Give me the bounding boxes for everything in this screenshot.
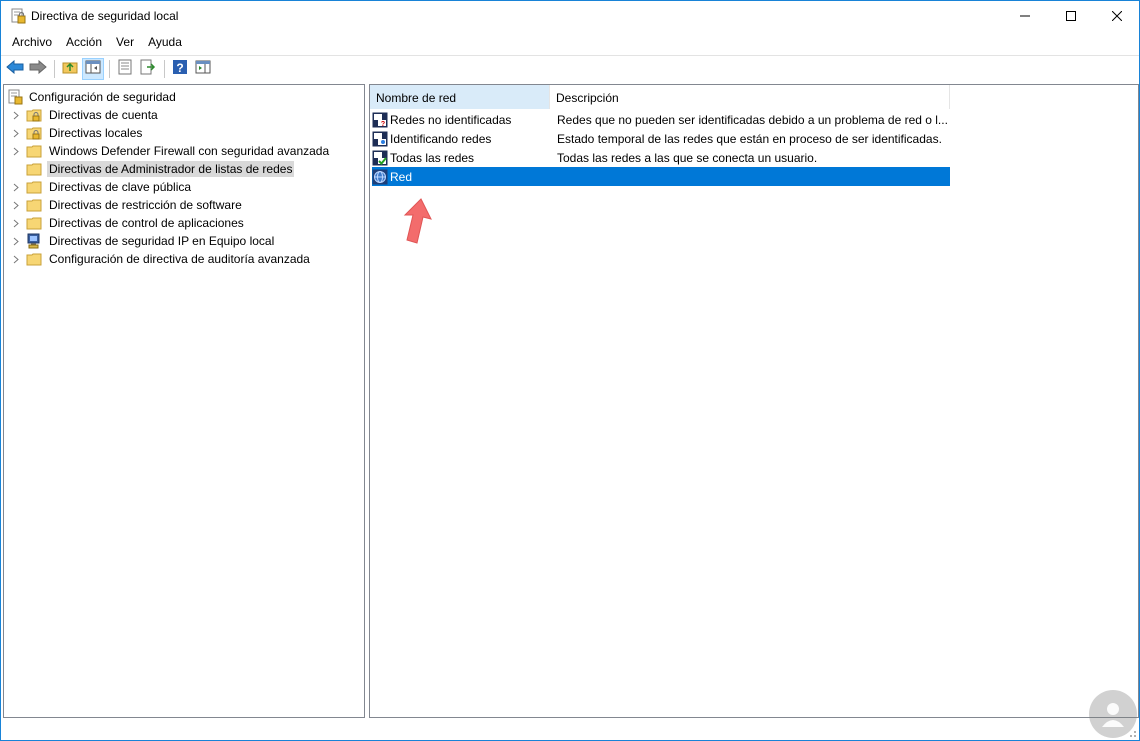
back-button[interactable] — [4, 58, 26, 80]
properties-icon — [117, 59, 133, 78]
network-description: Todas las redes a las que se conecta un … — [557, 150, 818, 165]
chevron-right-icon[interactable] — [10, 106, 22, 124]
maximize-icon — [1066, 11, 1076, 21]
forward-arrow-icon — [29, 59, 47, 77]
tree-item-directivas-locales[interactable]: Directivas locales — [10, 124, 144, 142]
tree-item-directivas-de-cuenta[interactable]: Directivas de cuenta — [10, 106, 160, 124]
window-title: Directiva de seguridad local — [31, 9, 179, 23]
toolbar: ? — [1, 55, 1139, 81]
menu-archivo[interactable]: Archivo — [5, 32, 59, 54]
back-arrow-icon — [6, 59, 24, 77]
console-tree[interactable]: Configuración de seguridad Directivas de… — [3, 84, 365, 718]
tree-item-administrador-listas-redes[interactable]: Directivas de Administrador de listas de… — [10, 160, 295, 178]
show-hide-action-pane-icon — [195, 59, 211, 78]
show-hide-tree-button[interactable] — [82, 57, 104, 80]
chevron-right-icon[interactable] — [10, 250, 22, 268]
tree-item-seguridad-ip[interactable]: Directivas de seguridad IP en Equipo loc… — [10, 232, 276, 250]
folder-icon — [26, 161, 42, 177]
close-icon — [1112, 11, 1122, 21]
tree-item-auditoria-avanzada[interactable]: Configuración de directiva de auditoría … — [10, 250, 312, 268]
network-description: Estado temporal de las redes que están e… — [557, 131, 942, 146]
minimize-button[interactable] — [1002, 1, 1048, 31]
locked-folder-icon — [26, 107, 42, 123]
security-policy-icon — [11, 8, 26, 24]
network-globe-icon — [372, 169, 388, 185]
chevron-right-icon[interactable] — [10, 214, 22, 232]
security-settings-icon — [8, 89, 24, 105]
up-folder-icon — [62, 59, 78, 78]
up-one-level-button[interactable] — [59, 58, 81, 80]
tree-item-control-aplicaciones[interactable]: Directivas de control de aplicaciones — [10, 214, 246, 232]
properties-button[interactable] — [114, 58, 136, 80]
tree-item-clave-publica[interactable]: Directivas de clave pública — [10, 178, 193, 196]
network-all-icon — [372, 150, 388, 166]
folder-icon — [26, 197, 42, 213]
menu-bar: Archivo Acción Ver Ayuda — [1, 32, 1139, 54]
tree-root-label: Configuración de seguridad — [29, 90, 176, 104]
app-window: Directiva de seguridad local Archivo Acc… — [0, 0, 1140, 741]
menu-ver[interactable]: Ver — [109, 32, 141, 54]
tree-item-label: Directivas de Administrador de listas de… — [47, 161, 295, 177]
tree-item-label: Directivas de seguridad IP en Equipo loc… — [49, 234, 275, 248]
title-bar[interactable]: Directiva de seguridad local — [1, 1, 1139, 31]
folder-icon — [26, 143, 42, 159]
minimize-icon — [1020, 11, 1030, 21]
tree-item-label: Directivas locales — [49, 126, 143, 140]
forward-button[interactable] — [27, 58, 49, 80]
chevron-right-icon[interactable] — [10, 124, 22, 142]
close-button[interactable] — [1094, 1, 1140, 31]
locked-folder-icon — [26, 125, 42, 141]
folder-icon — [26, 215, 42, 231]
chevron-right-icon[interactable] — [10, 178, 22, 196]
tree-item-label: Directivas de cuenta — [49, 108, 158, 122]
network-identifying-icon — [372, 131, 388, 147]
tree-item-label: Windows Defender Firewall con seguridad … — [49, 144, 330, 158]
chevron-right-icon[interactable] — [10, 142, 22, 160]
tree-item-label: Directivas de control de aplicaciones — [49, 216, 244, 230]
list-header: Nombre de red Descripción — [370, 85, 950, 109]
tree-item-label: Directivas de clave pública — [49, 180, 192, 194]
folder-icon — [26, 251, 42, 267]
maximize-button[interactable] — [1048, 1, 1094, 31]
list-row[interactable]: Todas las redes Todas las redes a las qu… — [372, 148, 950, 167]
column-header-descripcion[interactable]: Descripción — [550, 85, 950, 109]
show-hide-action-pane-button[interactable] — [192, 58, 214, 80]
tree-item-label: Directivas de restricción de software — [49, 198, 242, 212]
column-header-nombre[interactable]: Nombre de red — [370, 85, 550, 109]
toolbar-separator — [109, 59, 110, 78]
annotation-arrow-icon — [397, 197, 433, 245]
svg-text:?: ? — [381, 121, 385, 128]
network-name: Red — [390, 169, 413, 184]
export-list-icon — [140, 59, 156, 78]
network-name: Todas las redes — [390, 150, 475, 165]
list-row[interactable]: ? Redes no identificadas Redes que no pu… — [372, 110, 950, 129]
menu-accion[interactable]: Acción — [59, 32, 109, 54]
tree-item-label: Configuración de directiva de auditoría … — [49, 252, 310, 266]
network-description: Redes que no pueden ser identificadas de… — [557, 112, 948, 127]
toolbar-separator — [54, 59, 55, 78]
chevron-right-icon[interactable] — [10, 196, 22, 214]
chevron-right-icon[interactable] — [10, 232, 22, 250]
tree-item-restriccion-software[interactable]: Directivas de restricción de software — [10, 196, 244, 214]
result-list[interactable]: Nombre de red Descripción ? Redes no ide… — [369, 84, 1139, 718]
network-unidentified-icon: ? — [372, 112, 388, 128]
tree-root[interactable]: Configuración de seguridad — [8, 88, 176, 106]
toolbar-separator — [164, 59, 165, 78]
network-name: Identificando redes — [390, 131, 492, 146]
network-name: Redes no identificadas — [390, 112, 512, 127]
list-row-selected[interactable]: Red — [372, 167, 950, 186]
menu-ayuda[interactable]: Ayuda — [141, 32, 189, 54]
help-button[interactable]: ? — [169, 58, 191, 80]
show-hide-tree-icon — [85, 59, 101, 78]
help-icon: ? — [172, 59, 188, 78]
svg-text:?: ? — [176, 61, 183, 75]
export-list-button[interactable] — [137, 58, 159, 80]
tree-item-windows-defender-firewall[interactable]: Windows Defender Firewall con seguridad … — [10, 142, 331, 160]
folder-icon — [26, 179, 42, 195]
watermark-logo-icon — [1088, 689, 1138, 739]
list-row[interactable]: Identificando redes Estado temporal de l… — [372, 129, 950, 148]
ip-security-icon — [26, 233, 42, 249]
